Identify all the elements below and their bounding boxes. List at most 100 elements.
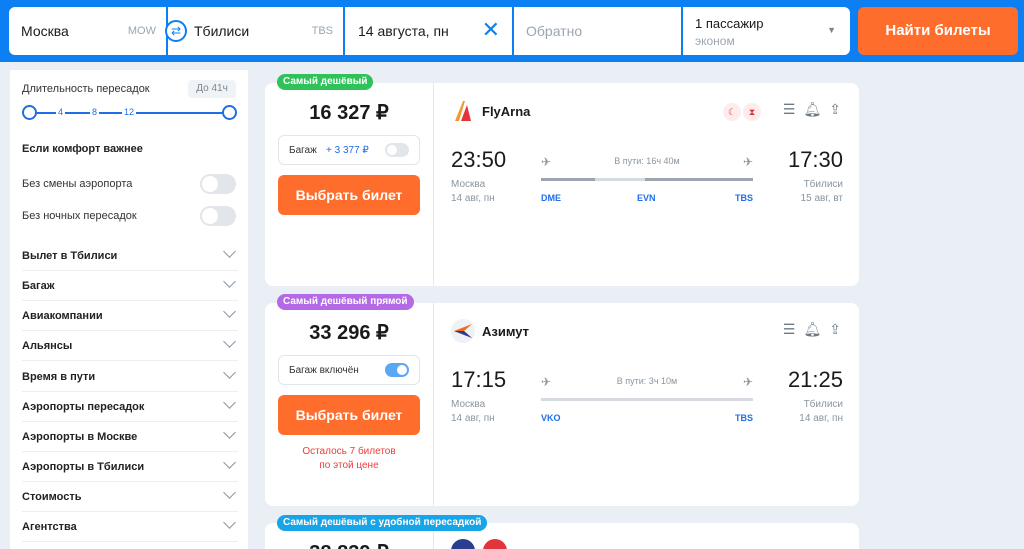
bell-icon[interactable]: 🔔︎ — [803, 321, 821, 338]
airline-name: Азимут — [482, 324, 530, 339]
airport-code: EVN — [637, 193, 656, 203]
filter-tbilisi-airports[interactable]: Аэропорты в Тбилиси — [22, 452, 238, 482]
origin-iata: MOW — [127, 25, 156, 37]
origin-city: Москва — [21, 23, 69, 39]
route-timeline: ✈ В пути: 3ч 10м ✈ VKO TBS — [541, 371, 753, 431]
filter-departure-tbilisi[interactable]: Вылет в Тбилиси — [22, 241, 238, 271]
slider-max-handle[interactable] — [222, 105, 237, 120]
chevron-down-icon — [223, 426, 236, 439]
filter-label: Вылет в Тбилиси — [22, 250, 118, 262]
badge-cheapest-direct: Самый дешёвый прямой — [277, 294, 414, 310]
add-to-list-icon[interactable]: ☰ — [783, 321, 796, 338]
arrival-city: Тбилиси — [803, 179, 843, 190]
layover-duration-badge: До 41ч — [188, 80, 236, 98]
arrival-date: 14 авг, пн — [799, 413, 843, 424]
route-line — [541, 178, 753, 181]
arrival-date: 15 авг, вт — [800, 193, 843, 204]
filter-label: Авиакомпании — [22, 310, 103, 322]
select-ticket-button[interactable]: Выбрать билет — [278, 175, 420, 215]
departure-time: 23:50 — [451, 147, 507, 172]
share-icon[interactable]: ⇪ — [829, 101, 841, 118]
option-no-airport-change: Без смены аэропорта — [22, 178, 133, 190]
filter-label: Агентства — [22, 521, 77, 533]
chevron-down-icon — [223, 366, 236, 379]
baggage-option[interactable]: Багаж включён — [278, 355, 420, 385]
comfort-section-title: Если комфорт важнее — [22, 143, 143, 155]
card-divider — [433, 83, 434, 286]
filter-baggage[interactable]: Багаж — [22, 271, 238, 301]
ticket-card[interactable]: 16 327 ₽ Багаж + 3 377 ₽ Выбрать билет F… — [265, 83, 859, 286]
baggage-option[interactable]: Багаж + 3 377 ₽ — [278, 135, 420, 165]
baggage-label: Багаж — [289, 145, 317, 156]
flyarna-logo — [455, 101, 471, 121]
route-timeline: ✈ В пути: 16ч 40м ✈ DME EVN TBS — [541, 151, 753, 211]
departure-date: 14 авг, пн — [451, 413, 495, 424]
filter-label: Аэропорты в Москве — [22, 431, 138, 443]
select-ticket-button[interactable]: Выбрать билет — [278, 395, 420, 435]
tickets-left-note: Осталось 7 билетов по этой цене — [265, 445, 433, 473]
add-to-list-icon[interactable]: ☰ — [783, 101, 796, 118]
passengers-field[interactable]: 1 пассажир эконом ▼ — [683, 7, 850, 55]
azimut-logo — [451, 319, 475, 343]
origin-field[interactable]: Москва MOW — [9, 7, 166, 55]
airline-name: FlyArna — [482, 104, 531, 119]
airport-code: VKO — [541, 413, 561, 423]
baggage-extra-price: + 3 377 ₽ — [326, 145, 369, 156]
chevron-down-icon — [223, 275, 236, 288]
find-tickets-button[interactable]: Найти билеты — [858, 7, 1018, 55]
return-date-field[interactable]: Обратно — [514, 7, 681, 55]
filter-price[interactable]: Стоимость — [22, 482, 238, 512]
hourglass-icon: ⧗ — [743, 103, 761, 121]
filter-agencies[interactable]: Агентства — [22, 512, 238, 542]
slider-tick: 8 — [90, 107, 100, 117]
airport-code: TBS — [735, 193, 753, 203]
tickets-left-line: Осталось 7 билетов — [302, 446, 396, 457]
airline-logo — [483, 539, 507, 549]
filter-alliances[interactable]: Альянсы — [22, 331, 238, 361]
destination-field[interactable]: Тбилиси TBS — [168, 7, 343, 55]
slider-tick: 4 — [56, 107, 66, 117]
chevron-down-icon — [223, 456, 236, 469]
filter-label: Аэропорты в Тбилиси — [22, 461, 145, 473]
ticket-price: 16 327 ₽ — [309, 102, 389, 124]
destination-city: Тбилиси — [194, 23, 250, 39]
baggage-toggle[interactable] — [385, 363, 409, 377]
bell-icon[interactable]: 🔔︎ — [803, 101, 821, 118]
passenger-count: 1 пассажир — [695, 16, 764, 31]
baggage-toggle[interactable] — [385, 143, 409, 157]
travel-duration: В пути: 16ч 40м — [614, 156, 680, 166]
filter-airlines[interactable]: Авиакомпании — [22, 301, 238, 331]
return-placeholder: Обратно — [526, 23, 583, 39]
landing-icon: ✈ — [742, 155, 753, 169]
chevron-down-icon — [223, 305, 236, 318]
chevron-down-icon: ▼ — [827, 25, 836, 35]
filter-layover-airports[interactable]: Аэропорты пересадок — [22, 392, 238, 422]
landing-icon: ✈ — [742, 375, 753, 389]
airline-logo — [451, 539, 475, 549]
ticket-price: 38 839 ₽ — [265, 540, 433, 549]
baggage-label: Багаж включён — [289, 365, 359, 376]
filter-label: Стоимость — [22, 491, 82, 503]
filter-label: Багаж — [22, 280, 55, 292]
search-bar: Москва MOW ⇄ Тбилиси TBS 14 августа, пн … — [0, 0, 1024, 62]
airport-code: TBS — [735, 413, 753, 423]
badge-cheapest: Самый дешёвый — [277, 74, 374, 90]
ticket-card[interactable]: 33 296 ₽ Багаж включён Выбрать билет Ост… — [265, 303, 859, 506]
toggle-no-airport-change[interactable] — [200, 174, 236, 194]
card-actions: ☰ 🔔︎ ⇪ — [775, 321, 841, 338]
chevron-down-icon — [223, 486, 236, 499]
departure-date-field[interactable]: 14 августа, пн ✕ — [345, 7, 512, 55]
toggle-no-night-layovers[interactable] — [200, 206, 236, 226]
arrival-time: 17:30 — [787, 147, 843, 172]
share-icon[interactable]: ⇪ — [829, 321, 841, 338]
filter-travel-time[interactable]: Время в пути — [22, 362, 238, 392]
ticket-price: 33 296 ₽ — [309, 322, 389, 344]
airport-code: DME — [541, 193, 561, 203]
tickets-left-line: по этой цене — [319, 460, 379, 471]
slider-min-handle[interactable] — [22, 105, 37, 120]
swap-icon[interactable]: ⇄ — [165, 20, 187, 42]
close-icon[interactable]: ✕ — [482, 19, 500, 41]
cabin-class: эконом — [695, 34, 735, 48]
service-tags: ☾ ⧗ — [723, 102, 763, 121]
filter-moscow-airports[interactable]: Аэропорты в Москве — [22, 422, 238, 452]
